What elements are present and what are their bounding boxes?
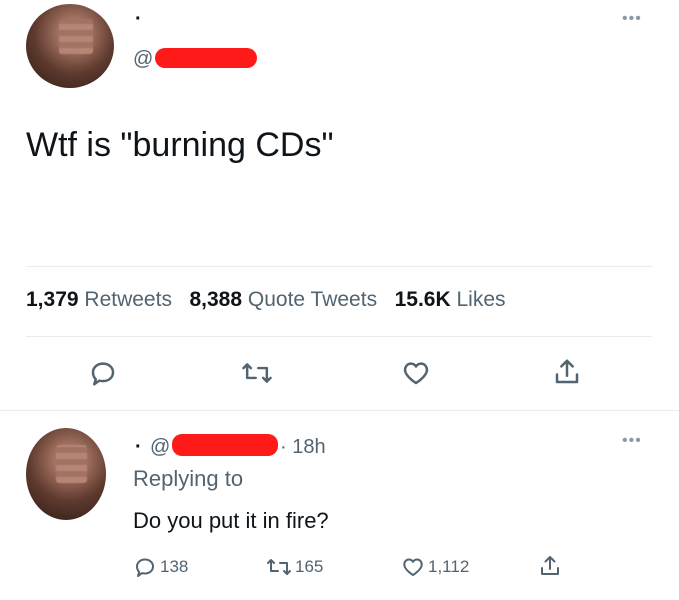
avatar-blur xyxy=(56,444,87,484)
reply-icon xyxy=(133,555,157,579)
more-dots-icon[interactable]: ••• xyxy=(622,10,642,28)
tweet-stats: 1,379 Retweets 8,388 Quote Tweets 15.6K … xyxy=(26,288,506,312)
reply-handle-redaction xyxy=(172,434,278,456)
share-icon[interactable] xyxy=(552,357,582,387)
avatar-blur xyxy=(59,19,93,55)
retweet-icon[interactable] xyxy=(241,358,273,388)
likes-label[interactable]: Likes xyxy=(456,288,505,311)
reply-like-button[interactable]: 1,112 xyxy=(401,555,469,579)
divider-bottom xyxy=(0,410,679,411)
divider-mid xyxy=(26,336,652,337)
like-icon[interactable] xyxy=(401,358,431,388)
retweet-icon xyxy=(266,555,292,579)
reply-share-button[interactable] xyxy=(538,553,562,579)
like-icon xyxy=(401,555,425,579)
author-name-dot: · xyxy=(135,8,142,30)
quotes-count[interactable]: 8,388 xyxy=(189,288,242,311)
reply-icon[interactable] xyxy=(88,358,118,388)
reply-time[interactable]: · 18h xyxy=(280,436,326,459)
author-avatar[interactable] xyxy=(26,4,114,88)
reply-avatar[interactable] xyxy=(26,428,106,520)
tweet-text: Wtf is "burning CDs" xyxy=(26,126,334,164)
retweets-label[interactable]: Retweets xyxy=(84,288,172,311)
author-handle-prefix: @ xyxy=(133,48,154,70)
divider-top xyxy=(26,266,652,267)
reply-handle-prefix: @ xyxy=(150,436,171,458)
reply-text: Do you put it in fire? xyxy=(133,508,329,533)
reply-replies-count: 138 xyxy=(160,557,189,576)
reply-more-dots-icon[interactable]: ••• xyxy=(622,432,642,450)
reply-retweet-button[interactable]: 165 xyxy=(266,555,323,579)
share-icon xyxy=(538,553,562,579)
reply-retweets-count: 165 xyxy=(295,557,324,576)
replying-to-label: Replying to xyxy=(133,466,244,491)
handle-redaction xyxy=(155,48,257,68)
quotes-label[interactable]: Quote Tweets xyxy=(248,288,377,311)
reply-likes-count: 1,112 xyxy=(428,557,470,576)
reply-reply-button[interactable]: 138 xyxy=(133,555,188,579)
retweets-count[interactable]: 1,379 xyxy=(26,288,79,311)
likes-count[interactable]: 15.6K xyxy=(395,288,451,311)
reply-name-dot: · xyxy=(135,436,142,458)
